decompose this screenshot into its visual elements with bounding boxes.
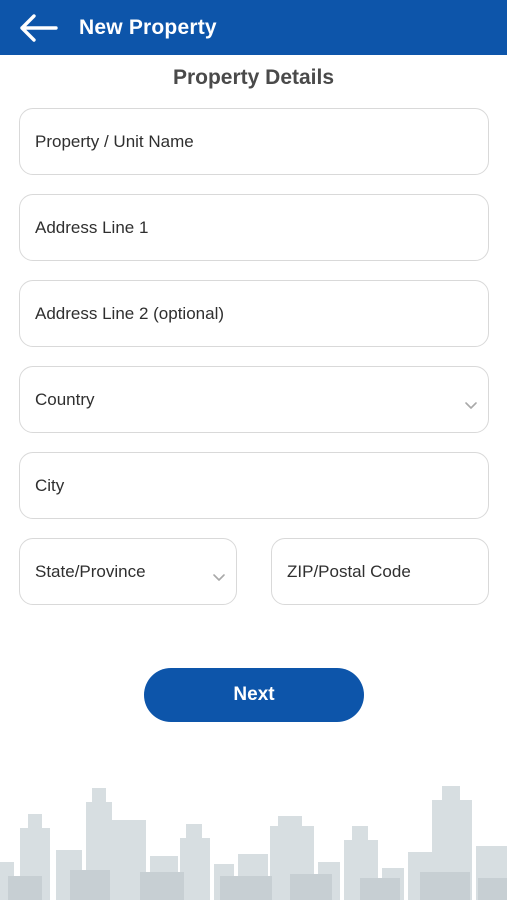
address-line-2-placeholder: Address Line 2 (optional) <box>35 303 225 323</box>
state-placeholder: State/Province <box>35 561 146 581</box>
address-line-2-input[interactable]: Address Line 2 (optional) <box>19 280 489 347</box>
zip-code-input[interactable]: ZIP/Postal Code <box>271 538 489 605</box>
property-name-input[interactable]: Property / Unit Name <box>19 108 489 175</box>
address-line-1-placeholder: Address Line 1 <box>35 217 149 237</box>
next-button[interactable]: Next <box>144 668 364 722</box>
property-name-placeholder: Property / Unit Name <box>35 131 194 151</box>
city-skyline-illustration <box>0 786 507 900</box>
page-title: New Property <box>79 15 217 39</box>
app-bar: New Property <box>0 0 507 55</box>
city-placeholder: City <box>35 475 65 495</box>
chevron-down-icon <box>465 401 477 409</box>
arrow-left-icon <box>20 13 58 42</box>
back-button[interactable] <box>8 0 68 55</box>
state-select[interactable]: State/Province <box>19 538 237 605</box>
city-input[interactable]: City <box>19 452 489 519</box>
chevron-down-icon <box>213 573 225 581</box>
zip-placeholder: ZIP/Postal Code <box>287 561 411 581</box>
country-select[interactable]: Country <box>19 366 489 433</box>
address-line-1-input[interactable]: Address Line 1 <box>19 194 489 261</box>
country-placeholder: Country <box>35 389 95 409</box>
section-title: Property Details <box>172 66 335 89</box>
